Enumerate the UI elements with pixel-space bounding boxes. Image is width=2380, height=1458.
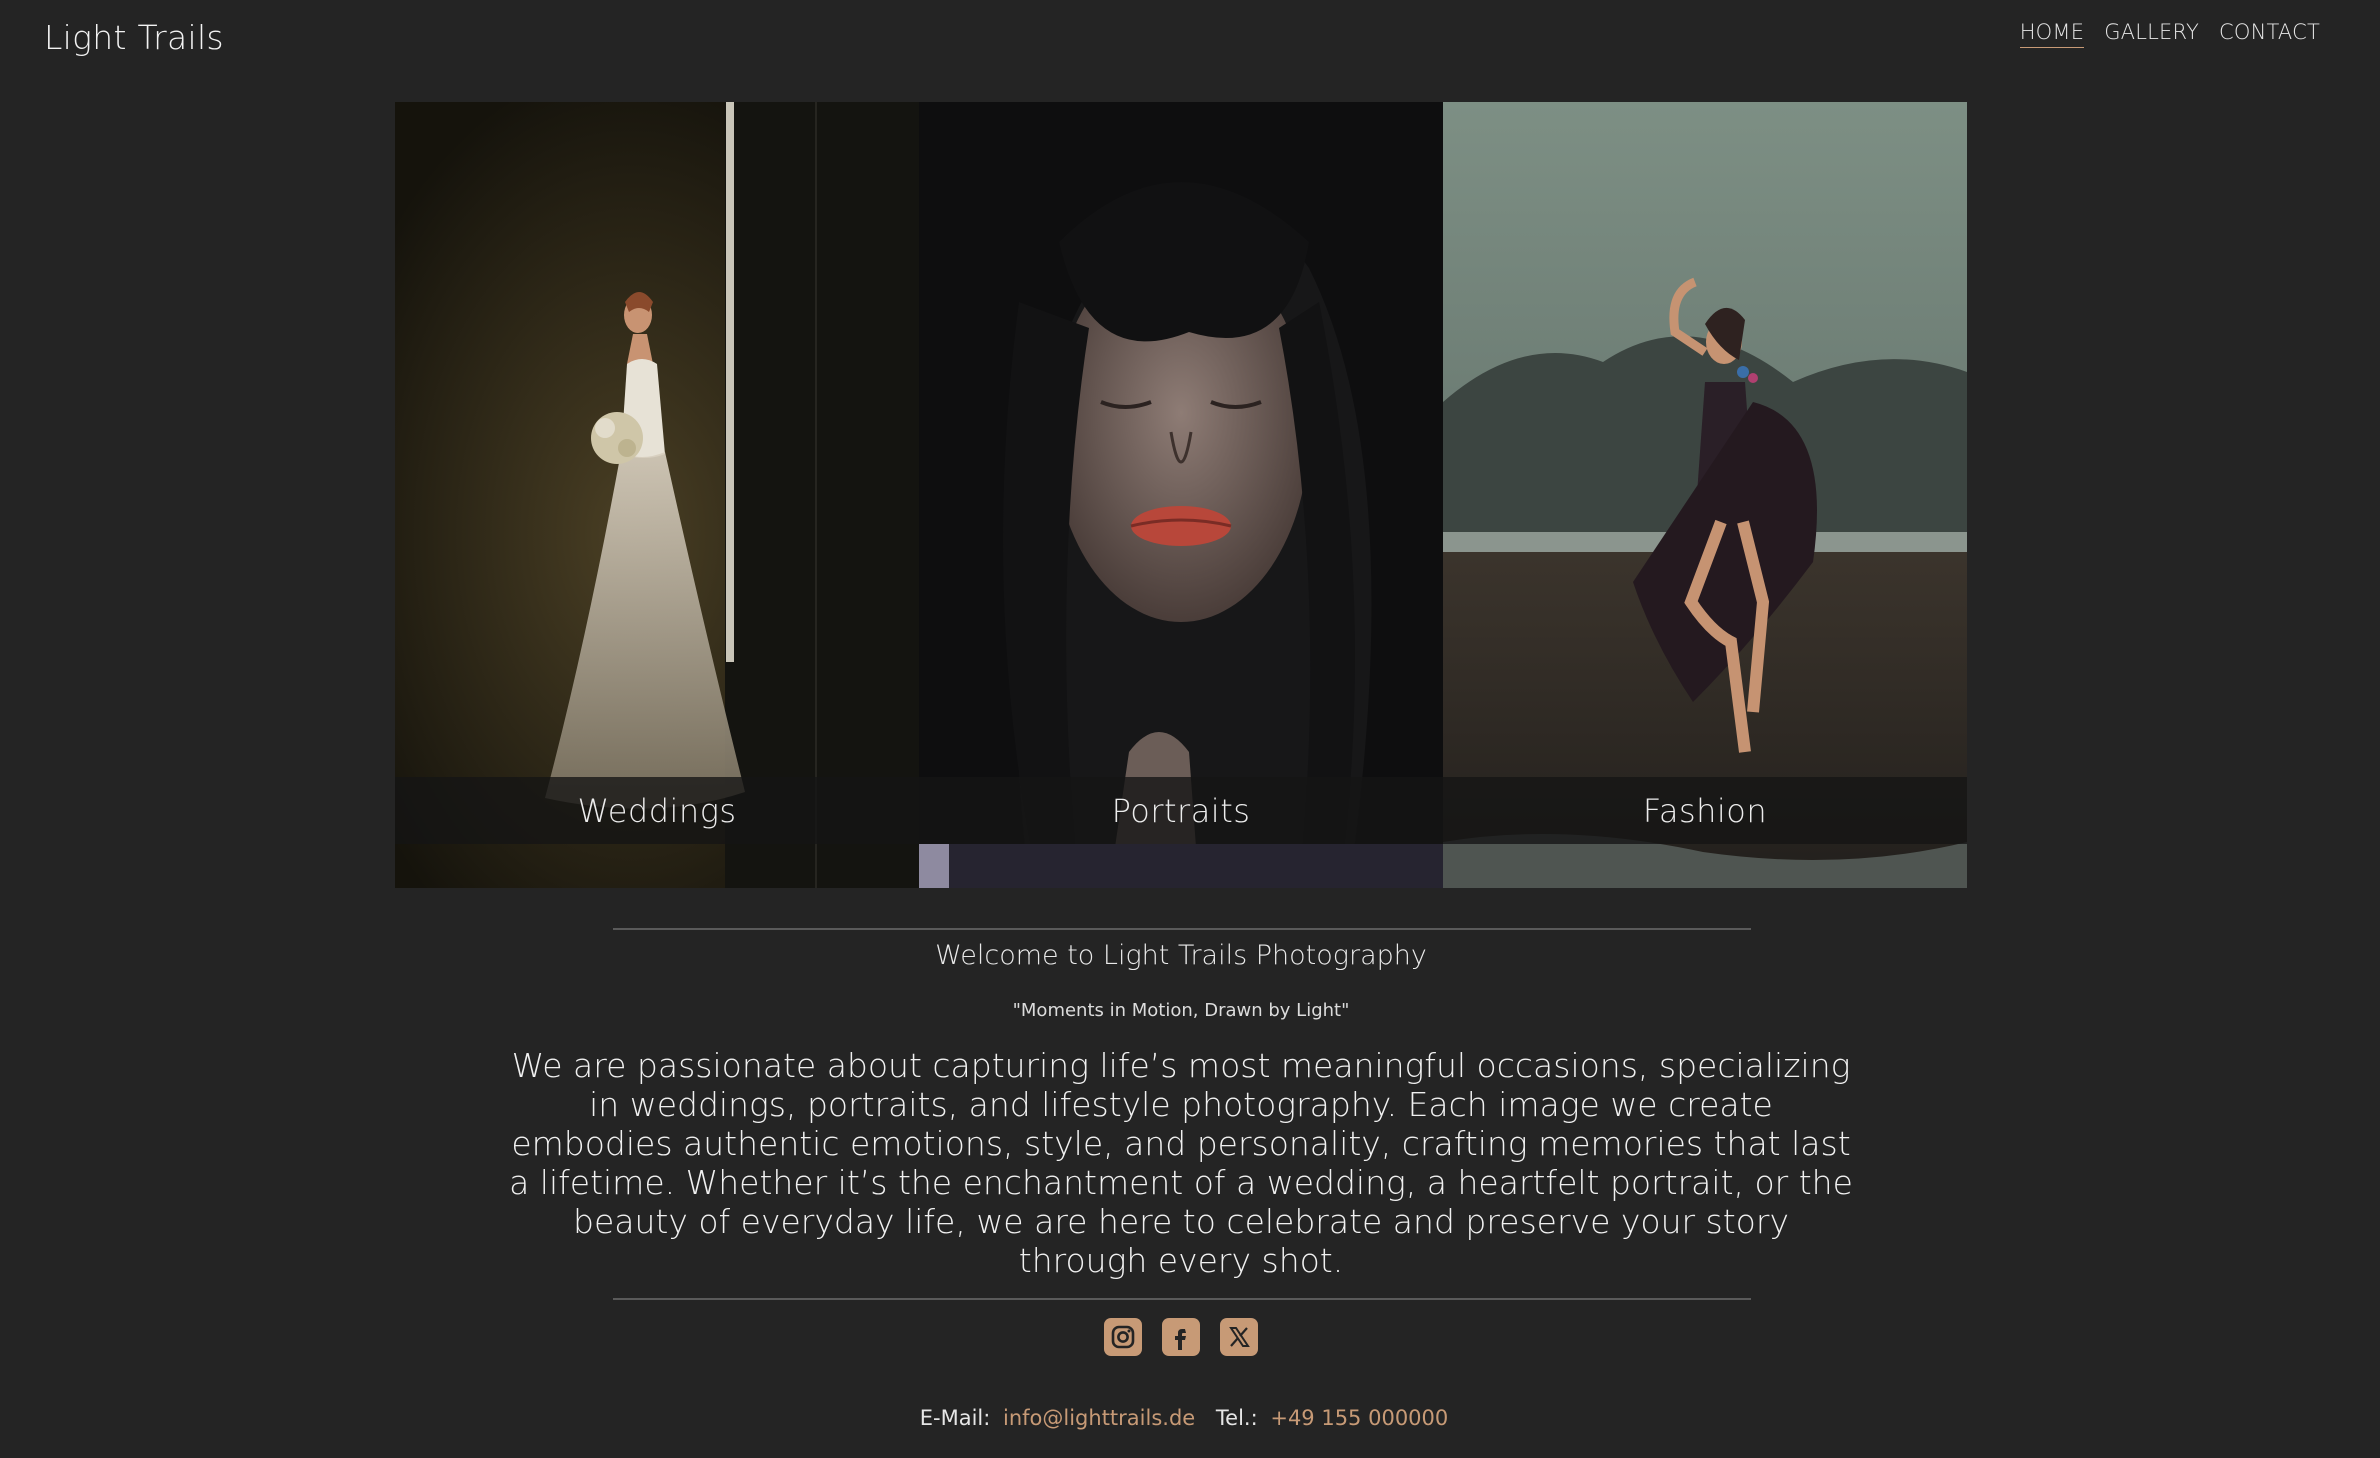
tel-label: Tel.: (1215, 1406, 1258, 1430)
nav-contact[interactable]: CONTACT (2219, 20, 2320, 48)
portraits-photo (919, 102, 1443, 888)
main-nav: HOME GALLERY CONTACT (2019, 20, 2320, 48)
about-text: We are passionate about capturing life’s… (509, 1046, 1853, 1280)
nav-home[interactable]: HOME (2019, 20, 2085, 48)
divider-bottom (613, 1298, 1751, 1300)
email-link[interactable]: info@lighttrails.de (1003, 1406, 1195, 1430)
nav-gallery[interactable]: GALLERY (2104, 20, 2199, 48)
category-tile-weddings[interactable]: Weddings (395, 102, 919, 888)
welcome-heading: Welcome to Light Trails Photography (935, 940, 1427, 971)
instagram-icon[interactable] (1104, 1318, 1142, 1356)
site-header: Light Trails HOME GALLERY CONTACT (0, 0, 2380, 90)
email-label: E-Mail: (919, 1406, 991, 1430)
divider-top (613, 928, 1751, 930)
category-gallery: Weddings Portraits Fashion (395, 102, 1967, 888)
fashion-photo (1443, 102, 1967, 888)
brand-logo[interactable]: Light Trails (44, 18, 224, 57)
social-links (1104, 1318, 1258, 1356)
tile-caption-fashion: Fashion (1443, 777, 1967, 844)
x-icon[interactable] (1220, 1318, 1258, 1356)
tel-link[interactable]: +49 155 000000 (1270, 1406, 1448, 1430)
facebook-icon[interactable] (1162, 1318, 1200, 1356)
category-tile-portraits[interactable]: Portraits (919, 102, 1443, 888)
category-tile-fashion[interactable]: Fashion (1443, 102, 1967, 888)
tile-caption-weddings: Weddings (395, 777, 919, 844)
tile-caption-portraits: Portraits (919, 777, 1443, 844)
motto-text: "Moments in Motion, Drawn by Light" (1012, 1000, 1350, 1021)
contact-info: E-Mail: info@lighttrails.de Tel.: +49 15… (0, 1406, 2362, 1430)
weddings-photo (395, 102, 919, 888)
